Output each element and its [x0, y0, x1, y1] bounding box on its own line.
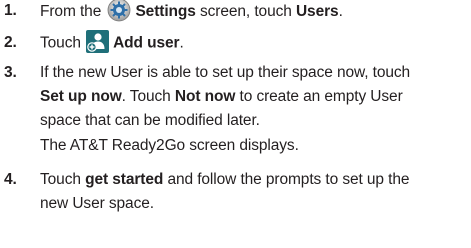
step-2-text: Touch Add user.: [40, 30, 184, 53]
step-number: 1.: [4, 2, 17, 19]
step-1: 1. From the Settings screen, touch Users…: [0, 0, 471, 26]
step-4-line-2: new User space.: [40, 195, 154, 212]
step-number: 2.: [4, 34, 17, 51]
step-4: 4. Touch get started and follow the prom…: [0, 171, 471, 221]
step-2: 2. Touch Add user.: [0, 30, 471, 58]
add-user-icon: [86, 30, 110, 53]
step-3-line-1: If the new User is able to set up their …: [40, 64, 411, 81]
step-number: 4.: [4, 171, 17, 188]
step-4-line-1: Touch get started and follow the prompts…: [40, 171, 410, 188]
instruction-steps: 1. From the Settings screen, touch Users…: [0, 0, 471, 248]
step-1-text: From the Settings screen, touch Users.: [40, 0, 343, 22]
step-3: 3. If the new User is able to set up the…: [0, 64, 471, 160]
step-number: 3.: [4, 64, 17, 81]
step-3-line-3: space that can be modified later.: [40, 112, 260, 129]
step-3-line-2: Set up now. Touch Not now to create an e…: [40, 88, 403, 105]
settings-gear-icon: [107, 0, 131, 22]
step-3-line-4: The AT&T Ready2Go screen displays.: [40, 137, 299, 154]
